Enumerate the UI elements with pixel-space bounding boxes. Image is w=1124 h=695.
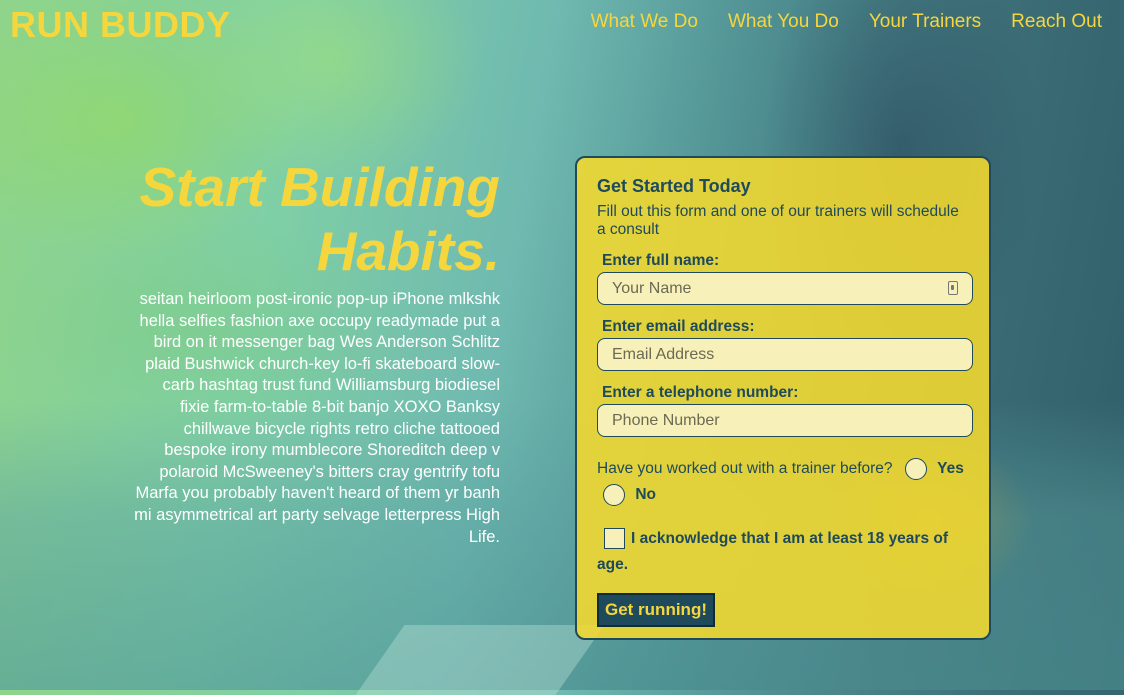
phone-field-group: Enter a telephone number: bbox=[597, 384, 973, 437]
phone-input[interactable] bbox=[597, 404, 973, 437]
form-title: Get Started Today bbox=[597, 176, 751, 196]
trainer-question: Have you worked out with a trainer befor… bbox=[597, 460, 893, 477]
no-radio[interactable] bbox=[603, 483, 625, 506]
site-header: RUN BUDDY What We Do What You Do Your Tr… bbox=[0, 0, 1124, 56]
hero-body: seitan heirloom post-ironic pop-up iPhon… bbox=[134, 290, 500, 546]
name-input[interactable] bbox=[597, 272, 973, 305]
nav-what-you-do[interactable]: What You Do bbox=[728, 11, 839, 33]
phone-label: Enter a telephone number: bbox=[602, 384, 799, 401]
nav-reach-out[interactable]: Reach Out bbox=[1011, 11, 1102, 33]
yes-radio[interactable] bbox=[904, 457, 927, 480]
hero-section: Start Building Habits. seitan heirloom p… bbox=[130, 155, 500, 548]
get-running-button[interactable]: Get running! bbox=[597, 593, 715, 627]
email-label: Enter email address: bbox=[602, 318, 755, 335]
yes-label[interactable]: Yes bbox=[937, 460, 964, 477]
name-label: Enter full name: bbox=[602, 252, 720, 269]
nav-your-trainers[interactable]: Your Trainers bbox=[869, 11, 981, 33]
nav-what-we-do[interactable]: What We Do bbox=[591, 11, 698, 33]
age-ack-checkbox[interactable] bbox=[604, 528, 625, 550]
hero-heading: Start Building Habits. bbox=[139, 156, 500, 282]
no-label[interactable]: No bbox=[635, 486, 656, 503]
name-field-group: Enter full name: bbox=[597, 252, 973, 305]
email-input[interactable] bbox=[597, 338, 973, 371]
age-ack-label[interactable]: I acknowledge that I am at least 18 year… bbox=[597, 530, 948, 573]
site-logo[interactable]: RUN BUDDY bbox=[10, 4, 231, 46]
age-ack-group: I acknowledge that I am at least 18 year… bbox=[597, 526, 969, 578]
contact-card-icon[interactable] bbox=[948, 281, 958, 295]
trainer-question-group: Have you worked out with a trainer befor… bbox=[597, 456, 969, 508]
road-marking bbox=[355, 625, 605, 695]
email-field-group: Enter email address: bbox=[597, 318, 973, 371]
signup-form: Get Started Today Fill out this form and… bbox=[575, 156, 991, 640]
main-nav: What We Do What You Do Your Trainers Rea… bbox=[591, 11, 1102, 33]
form-description: Fill out this form and one of our traine… bbox=[597, 203, 959, 238]
